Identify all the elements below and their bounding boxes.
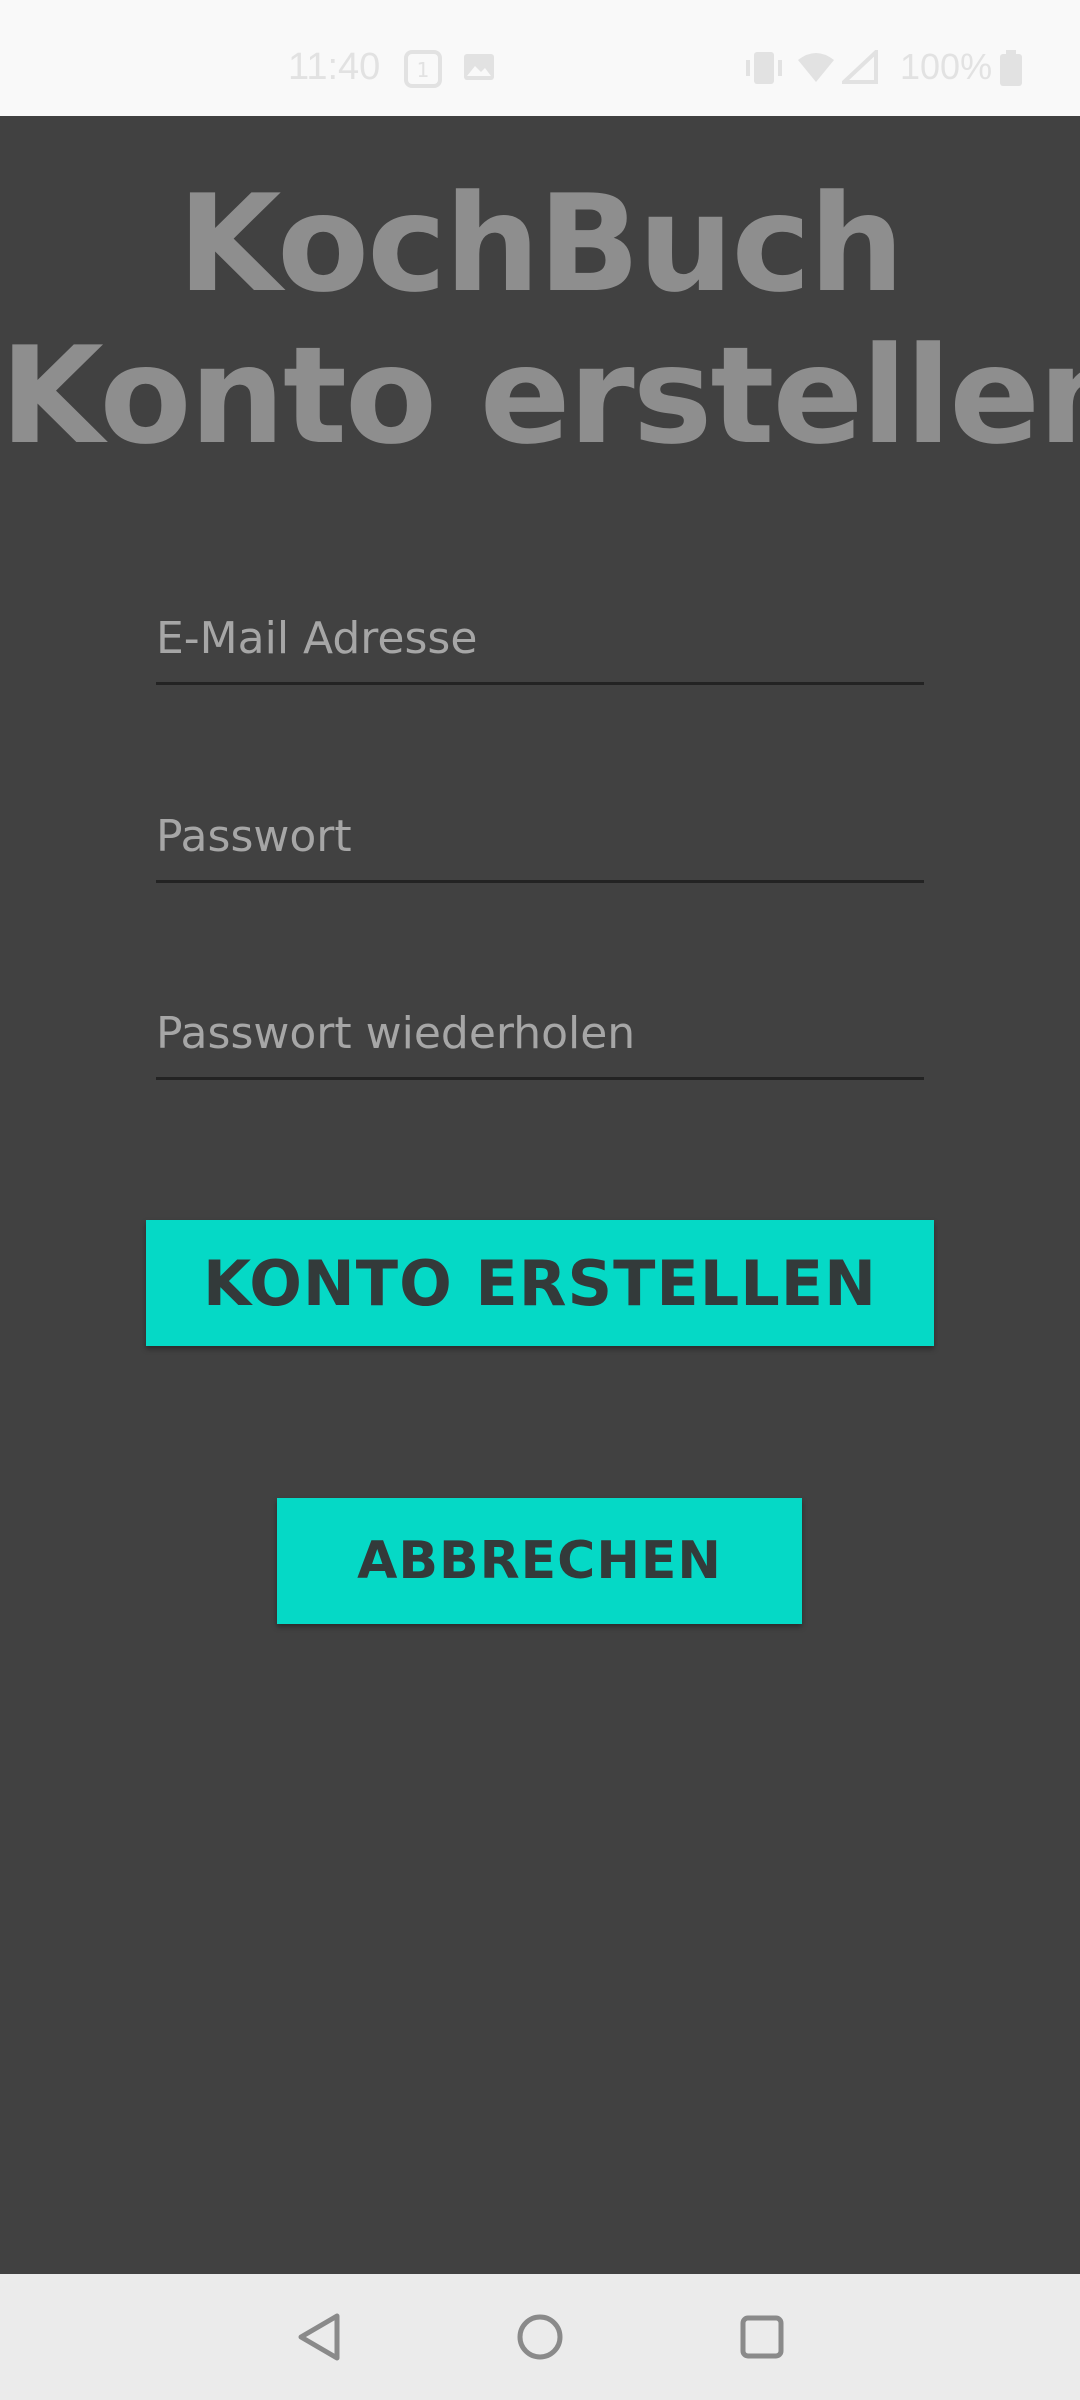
password-repeat-field[interactable]	[156, 1000, 924, 1080]
battery-percent: 100%	[900, 46, 993, 87]
vibrate-icon	[744, 50, 784, 91]
password-field[interactable]	[156, 803, 924, 883]
status-time: 11:40	[288, 46, 381, 88]
navigation-bar	[0, 2274, 1080, 2400]
notification-app-icon: 1	[404, 50, 442, 93]
back-icon[interactable]	[287, 2304, 353, 2370]
status-bar: 11:40 1 100%	[0, 0, 1080, 116]
app-name: KochBuch	[177, 166, 905, 322]
signal-icon	[838, 47, 878, 89]
image-icon	[462, 50, 496, 89]
page-title: KochBuch Konto erstellen	[0, 168, 1080, 472]
wifi-icon	[796, 50, 836, 89]
email-field[interactable]	[156, 605, 924, 685]
cancel-button[interactable]: ABBRECHEN	[277, 1498, 802, 1624]
recents-icon[interactable]	[729, 2304, 795, 2370]
svg-text:1: 1	[417, 58, 430, 82]
create-account-button[interactable]: KONTO ERSTELLEN	[146, 1220, 934, 1346]
screen-heading: Konto erstellen	[0, 318, 1080, 474]
battery-icon	[998, 50, 1024, 91]
home-icon[interactable]	[507, 2304, 573, 2370]
